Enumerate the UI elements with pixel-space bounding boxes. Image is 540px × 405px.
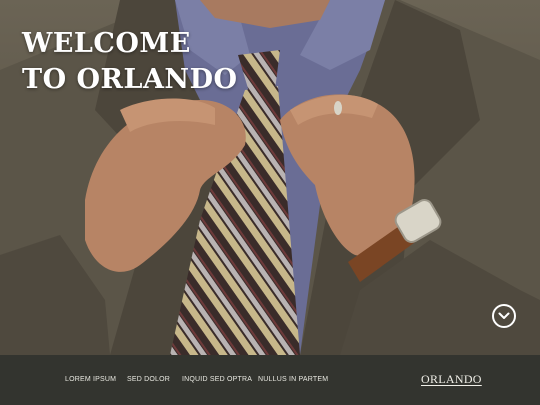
chevron-down-circle-icon — [498, 312, 510, 319]
hero-section: WELCOME TO ORLANDO — [0, 0, 540, 355]
headline-line-2: TO ORLANDO — [22, 64, 238, 95]
headline-line-1: WELCOME — [22, 28, 191, 59]
nav-item-lorem-ipsum[interactable]: LOREM IPSUM — [65, 376, 116, 383]
landing-page: WELCOME TO ORLANDO LOREM IPSUM SED DOLOR… — [0, 0, 540, 405]
hero-headline: WELCOME TO ORLANDO — [22, 26, 238, 98]
nav-item-inquid-sed-optra[interactable]: INQUID SED OPTRA — [182, 376, 252, 383]
scroll-down-button[interactable] — [492, 304, 516, 328]
nav-item-nullus-in-partem[interactable]: NULLUS IN PARTEM — [258, 376, 328, 383]
nav-item-sed-dolor[interactable]: SED DOLOR — [127, 376, 170, 383]
brand-logo-link[interactable]: ORLANDO — [421, 372, 482, 387]
